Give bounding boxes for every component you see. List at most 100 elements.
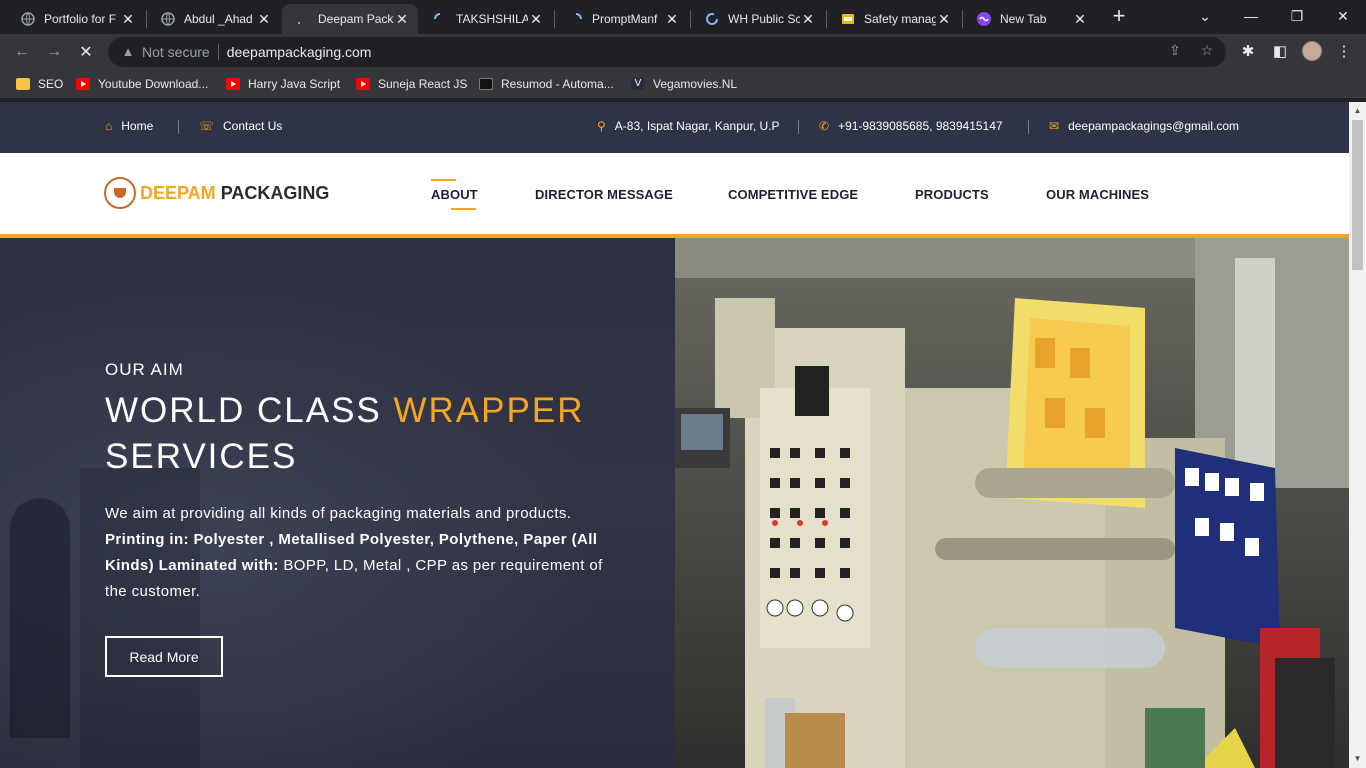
nav-our-machines[interactable]: OUR MACHINES	[1046, 187, 1149, 202]
close-icon[interactable]: ✕	[394, 11, 410, 28]
close-icon[interactable]: ✕	[936, 11, 952, 28]
close-icon[interactable]: ✕	[528, 11, 544, 28]
topbar-home-link[interactable]: ⌂ Home	[105, 119, 153, 133]
forward-button[interactable]: →	[42, 40, 66, 64]
bookmark-suneja-react[interactable]: Suneja React JS	[356, 76, 467, 92]
menu-kebab-icon[interactable]: ⋮	[1334, 42, 1354, 62]
tab-abdul[interactable]: Abdul _Ahad ✕	[148, 4, 280, 34]
headline-highlight: WRAPPER	[393, 391, 585, 430]
bookmark-resumod[interactable]: Resumod - Automa...	[479, 76, 614, 92]
address-text: A-83, Ispat Nagar, Kanpur, U.P	[614, 119, 780, 133]
tab-takshshila[interactable]: TAKSHSHILA ✕	[420, 4, 552, 34]
hero-section: OUR AIM WORLD CLASS WRAPPER SERVICES We …	[0, 238, 1349, 768]
bookmarks-bar: SEO Youtube Download... Harry Java Scrip…	[0, 70, 1366, 98]
loading-spinner-icon	[294, 11, 310, 27]
bookmark-label: Harry Java Script	[248, 77, 341, 91]
phone-text: +91-9839085685, 9839415147	[838, 119, 1003, 133]
bookmark-label: Youtube Download...	[98, 77, 209, 91]
scrollbar-thumb[interactable]	[1352, 120, 1363, 270]
warning-icon[interactable]: ▲	[120, 44, 136, 60]
bookmark-label: Resumod - Automa...	[501, 77, 614, 91]
tab-title: Portfolio for F	[44, 12, 117, 26]
tab-deepam[interactable]: Deepam Pack ✕	[282, 4, 418, 34]
tab-title: New Tab	[1000, 12, 1047, 26]
loading-spinner-icon	[568, 11, 584, 27]
headline-part1: WORLD CLASS	[105, 391, 382, 430]
resumod-icon	[479, 78, 493, 90]
vegamovies-icon: V	[631, 78, 645, 90]
restore-button[interactable]: ❐	[1274, 0, 1320, 32]
printing-machine-photo	[675, 238, 1349, 768]
youtube-icon	[226, 78, 240, 90]
tab-strip: Portfolio for F ✕ Abdul _Ahad ✕ Deepam P…	[0, 0, 1366, 34]
close-window-button[interactable]: ✕	[1320, 0, 1366, 32]
topbar-contact-link[interactable]: ☏ Contact Us	[199, 119, 282, 133]
site-logo[interactable]: DEEPAM PACKAGING	[104, 177, 329, 209]
tab-portfolio[interactable]: Portfolio for F ✕	[8, 4, 144, 34]
mail-icon: ✉	[1049, 119, 1060, 133]
stop-loading-button[interactable]: ✕	[74, 40, 98, 64]
close-icon[interactable]: ✕	[664, 11, 680, 28]
nav-director-message[interactable]: DIRECTOR MESSAGE	[535, 187, 673, 202]
read-more-button[interactable]: Read More	[105, 636, 223, 677]
home-icon: ⌂	[105, 119, 113, 133]
hero-headline: WORLD CLASS WRAPPER SERVICES	[105, 388, 584, 480]
logo-emblem-icon	[104, 177, 136, 209]
bookmark-youtube-download[interactable]: Youtube Download...	[76, 76, 208, 92]
nav-products[interactable]: PRODUCTS	[915, 187, 989, 202]
minimize-button[interactable]: —	[1228, 0, 1274, 32]
nav-about[interactable]: ABOUT	[431, 179, 478, 210]
desc-intro: We aim at providing all kinds of packagi…	[105, 505, 572, 522]
tab-wh-public[interactable]: WH Public Sc ✕	[692, 4, 824, 34]
phone-icon: ✆	[819, 119, 830, 133]
site-topbar: ⌂ Home ☏ Contact Us ⚲ A-83, Ispat Nagar,…	[0, 102, 1349, 153]
page-viewport: ⌂ Home ☏ Contact Us ⚲ A-83, Ispat Nagar,…	[0, 102, 1349, 768]
slides-icon	[840, 11, 856, 27]
page-scrollbar[interactable]: ▲ ▼	[1349, 102, 1366, 768]
bookmark-vegamovies[interactable]: V Vegamovies.NL	[631, 76, 737, 92]
tab-newtab[interactable]: New Tab ✕	[964, 4, 1096, 34]
support-icon: ☏	[199, 119, 215, 133]
hero-description: We aim at providing all kinds of packagi…	[105, 501, 605, 605]
home-label: Home	[121, 119, 154, 133]
tab-search-chevron-icon[interactable]: ⌄	[1182, 0, 1228, 32]
nav-competitive-edge[interactable]: COMPETITIVE EDGE	[728, 187, 858, 202]
url-text[interactable]: deepampackaging.com	[227, 44, 372, 60]
headline-part2: SERVICES	[105, 437, 298, 476]
tab-title: WH Public Sc	[728, 12, 800, 26]
map-pin-icon: ⚲	[597, 119, 606, 133]
close-icon[interactable]: ✕	[256, 11, 272, 28]
email-text: deepampackagings@gmail.com	[1068, 119, 1239, 133]
share-icon[interactable]: ⇪	[1166, 41, 1184, 59]
bookmark-label: Suneja React JS	[378, 77, 468, 91]
tab-safety[interactable]: Safety manag ✕	[828, 4, 960, 34]
tab-promptmanf[interactable]: PromptManf ✕	[556, 4, 688, 34]
hero-text-panel: OUR AIM WORLD CLASS WRAPPER SERVICES We …	[0, 238, 675, 768]
brand-name-part1: DEEPAM	[140, 182, 216, 203]
contact-label: Contact Us	[223, 119, 283, 133]
brand-name-part2: PACKAGING	[220, 182, 330, 203]
bookmark-harry-js[interactable]: Harry Java Script	[226, 76, 340, 92]
profile-avatar[interactable]	[1302, 41, 1322, 61]
close-icon[interactable]: ✕	[1072, 11, 1088, 28]
address-bar[interactable]: ▲ Not secure deepampackaging.com	[108, 37, 1226, 67]
youtube-icon	[356, 78, 370, 90]
globe-icon	[20, 11, 36, 27]
new-tab-button[interactable]: +	[1108, 5, 1130, 28]
bookmark-seo[interactable]: SEO	[16, 76, 63, 92]
close-icon[interactable]: ✕	[800, 11, 816, 28]
back-button[interactable]: ←	[10, 40, 34, 64]
newtab-icon	[976, 11, 992, 27]
scroll-down-arrow-icon[interactable]: ▼	[1353, 754, 1362, 763]
tab-title: PromptManf	[592, 12, 658, 26]
bookmark-label: Vegamovies.NL	[653, 77, 738, 91]
bookmark-star-icon[interactable]: ☆	[1198, 41, 1216, 59]
loading-spinner-icon	[704, 11, 720, 27]
extensions-icon[interactable]: ✱	[1238, 42, 1258, 62]
main-navigation: DEEPAM PACKAGING ABOUT DIRECTOR MESSAGE …	[0, 153, 1349, 234]
scroll-up-arrow-icon[interactable]: ▲	[1353, 106, 1362, 115]
side-panel-icon[interactable]: ◧	[1270, 42, 1290, 62]
youtube-download-icon	[76, 78, 90, 90]
close-icon[interactable]: ✕	[120, 11, 136, 28]
topbar-email[interactable]: ✉ deepampackagings@gmail.com	[1049, 119, 1239, 133]
